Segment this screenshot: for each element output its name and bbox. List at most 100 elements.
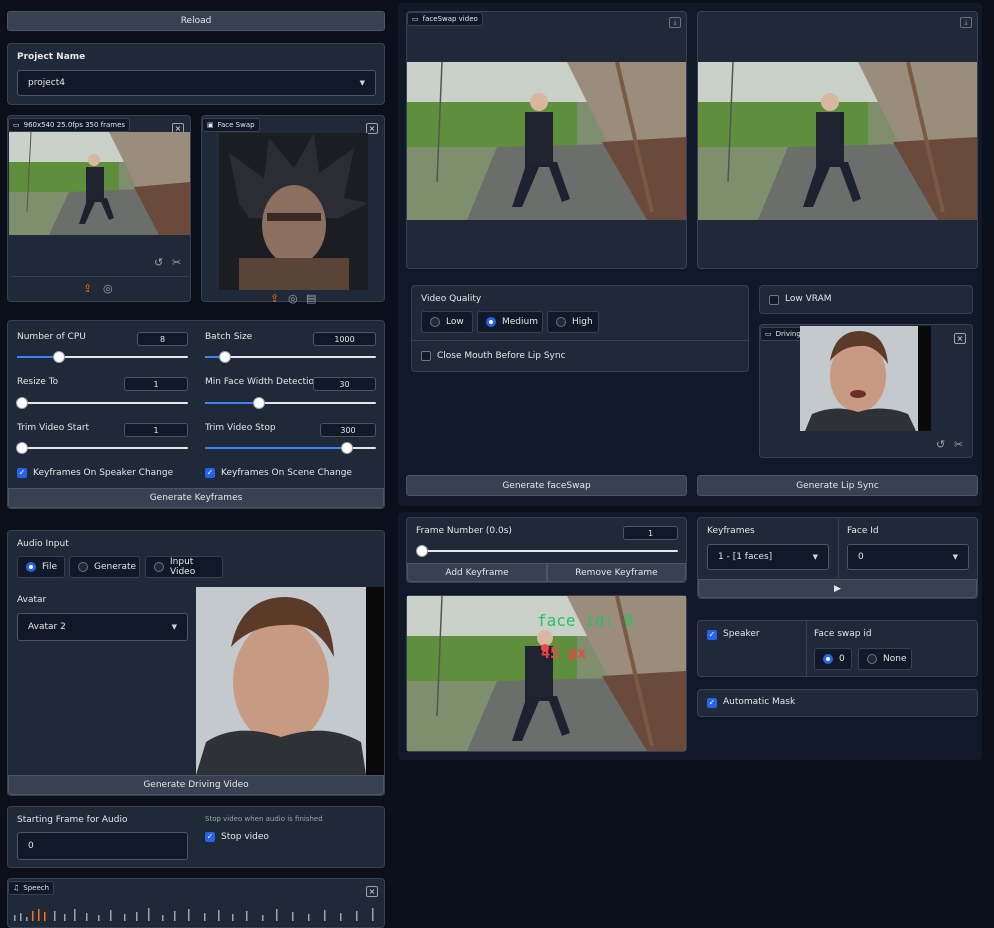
stop-video-checkbox[interactable]: ✓ [205, 832, 215, 842]
video-quality-panel: Video Quality Low Medium High Close Mout… [411, 285, 749, 372]
min-face-number-input[interactable]: 30 [313, 377, 376, 391]
add-keyframe-button[interactable]: Add Keyframe [407, 563, 547, 582]
driving-video-panel: ▭ Driving Video × ↺ ✂ [759, 324, 973, 458]
resize-slider-thumb[interactable] [16, 397, 28, 409]
radio-selected-icon [26, 562, 36, 572]
upload-icon[interactable]: ⇪ [83, 283, 92, 295]
frame-number-input[interactable]: 1 [623, 526, 678, 540]
starting-frame-panel: Starting Frame for Audio 0 Stop video wh… [7, 806, 385, 868]
face-swap-id-option-none[interactable]: None [858, 648, 912, 670]
automatic-mask-label: Automatic Mask [723, 697, 796, 707]
video-icon: ▭ [765, 330, 772, 338]
resize-slider-track[interactable] [17, 402, 188, 404]
image-icon: ▣ [207, 121, 214, 129]
close-mouth-checkbox[interactable] [421, 351, 431, 361]
min-face-slider-fill [205, 402, 260, 404]
radio-icon [430, 317, 440, 327]
trim-start-slider-thumb[interactable] [16, 442, 28, 454]
face-swap-panel: ▣ Face Swap × ⇪ ◎ ▤ [201, 115, 385, 305]
face-swap-id-label: Face swap id [814, 629, 872, 639]
scissors-icon[interactable]: ✂ [172, 257, 181, 269]
project-name-value: project4 [28, 78, 65, 88]
trim-stop-label: Trim Video Stop [205, 423, 276, 433]
keyframes-dropdown[interactable]: 1 - [1 faces] ▼ [707, 544, 829, 570]
faceswap-video-tag: ▭ faceSwap video [407, 12, 483, 26]
low-vram-checkbox[interactable] [769, 295, 779, 305]
scissors-icon[interactable]: ✂ [954, 439, 963, 451]
starting-frame-input[interactable]: 0 [17, 832, 188, 860]
keyframes-speaker-checkbox[interactable]: ✓ [17, 468, 27, 478]
avatar-label: Avatar [17, 595, 47, 605]
generate-keyframes-button[interactable]: Generate Keyframes [8, 488, 384, 508]
face-swap-id-option-0[interactable]: 0 [814, 648, 852, 670]
batch-size-label: Batch Size [205, 332, 253, 342]
batch-size-number-input[interactable]: 1000 [313, 332, 376, 346]
radio-icon [78, 562, 88, 572]
generate-driving-video-button[interactable]: Generate Driving Video [8, 775, 384, 795]
divider [412, 340, 748, 341]
trim-stop-slider-thumb[interactable] [341, 442, 353, 454]
speech-waveform [14, 908, 374, 921]
avatar-value: Avatar 2 [28, 622, 66, 632]
reload-button[interactable]: Reload [7, 11, 385, 31]
face-id-dropdown[interactable]: 0 ▼ [847, 544, 969, 570]
remove-keyframe-button[interactable]: Remove Keyframe [547, 563, 686, 582]
cpu-number-input[interactable]: 8 [137, 332, 188, 346]
download-icon[interactable]: ⤓ [960, 17, 972, 28]
chevron-down-icon: ▼ [812, 553, 818, 561]
trim-start-slider-track[interactable] [17, 447, 188, 449]
avatar-dropdown[interactable]: Avatar 2 ▼ [17, 613, 188, 641]
batch-size-slider-thumb[interactable] [219, 351, 231, 363]
speaker-checkbox[interactable]: ✓ [707, 630, 717, 640]
keyframes-panel: Keyframes 1 - [1 faces] ▼ Face Id 0 ▼ ▶ [697, 517, 978, 599]
upload-icon[interactable]: ⇪ [270, 293, 279, 305]
chevron-down-icon: ▼ [359, 79, 365, 87]
keyframe-preview-panel: ⤓ face id: 0 45 px [406, 595, 687, 752]
trim-start-number-input[interactable]: 1 [124, 423, 188, 437]
video-info-tag: ▭ 960x540 25.0fps 350 frames [8, 118, 131, 132]
undo-icon[interactable]: ↺ [154, 257, 163, 269]
generate-lipsync-button[interactable]: Generate Lip Sync [697, 475, 978, 496]
face-swap-image [219, 133, 368, 290]
cpu-slider-thumb[interactable] [53, 351, 65, 363]
source-video-panel: ▭ 960x540 25.0fps 350 frames × ↺ ✂ ⇪ ◎ [7, 115, 191, 302]
audio-option-generate[interactable]: Generate [69, 556, 140, 578]
webcam-icon[interactable]: ◎ [103, 283, 113, 295]
play-icon: ▶ [834, 583, 841, 594]
play-button[interactable]: ▶ [698, 579, 977, 598]
trim-stop-number-input[interactable]: 300 [320, 423, 376, 437]
speech-panel: ♫ Speech × [7, 878, 385, 928]
undo-icon[interactable]: ↺ [936, 439, 945, 451]
trim-start-label: Trim Video Start [17, 423, 90, 433]
close-mouth-label: Close Mouth Before Lip Sync [437, 351, 566, 361]
close-icon[interactable]: × [954, 333, 966, 344]
audio-option-input-video[interactable]: Input Video [145, 556, 223, 578]
radio-icon [154, 562, 164, 572]
project-name-dropdown[interactable]: project4 ▼ [17, 70, 376, 96]
project-panel: Project Name project4 ▼ [7, 43, 385, 105]
quality-option-low[interactable]: Low [421, 311, 473, 333]
download-icon[interactable]: ⤓ [669, 17, 681, 28]
resize-number-input[interactable]: 1 [124, 377, 188, 391]
automatic-mask-checkbox[interactable]: ✓ [707, 698, 717, 708]
min-face-slider-thumb[interactable] [253, 397, 265, 409]
lipsync-video-panel: ⤓ [697, 11, 978, 269]
audio-option-file[interactable]: File [17, 556, 65, 578]
radio-icon [867, 654, 877, 664]
frame-number-slider-thumb[interactable] [416, 545, 428, 557]
quality-option-high[interactable]: High [547, 311, 599, 333]
quality-option-medium[interactable]: Medium [477, 311, 543, 333]
low-vram-label: Low VRAM [785, 294, 832, 304]
min-face-label: Min Face Width Detection [205, 377, 320, 387]
keyframes-scene-label: Keyframes On Scene Change [221, 468, 352, 478]
close-icon[interactable]: × [366, 886, 378, 897]
audio-input-label: Audio Input [17, 539, 69, 549]
clipboard-icon[interactable]: ▤ [306, 293, 316, 305]
generate-faceswap-button[interactable]: Generate faceSwap [406, 475, 687, 496]
webcam-icon[interactable]: ◎ [288, 293, 298, 305]
video-quality-label: Video Quality [421, 294, 482, 304]
frame-number-panel: Frame Number (0.0s) 1 Add Keyframe Remov… [406, 517, 687, 583]
frame-number-slider-track[interactable] [416, 550, 678, 552]
keyframes-speaker-label: Keyframes On Speaker Change [33, 468, 174, 478]
keyframes-scene-checkbox[interactable]: ✓ [205, 468, 215, 478]
